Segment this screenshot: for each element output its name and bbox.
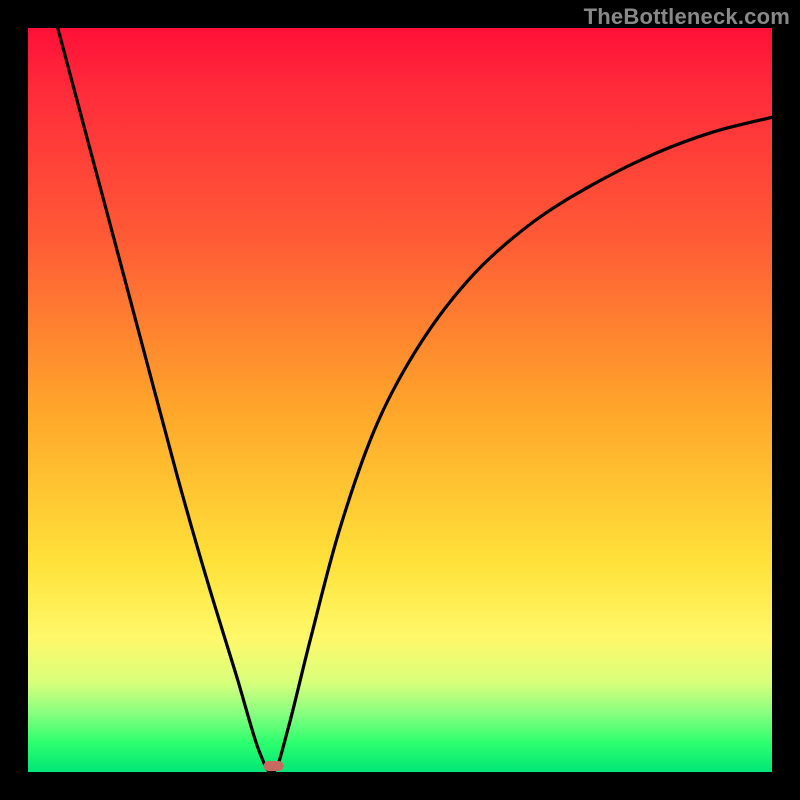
chart-svg xyxy=(28,28,772,772)
watermark-label: TheBottleneck.com xyxy=(584,4,790,30)
plot-area xyxy=(28,28,772,772)
bottleneck-curve xyxy=(58,28,772,772)
min-marker xyxy=(264,761,284,771)
chart-frame: TheBottleneck.com xyxy=(0,0,800,800)
